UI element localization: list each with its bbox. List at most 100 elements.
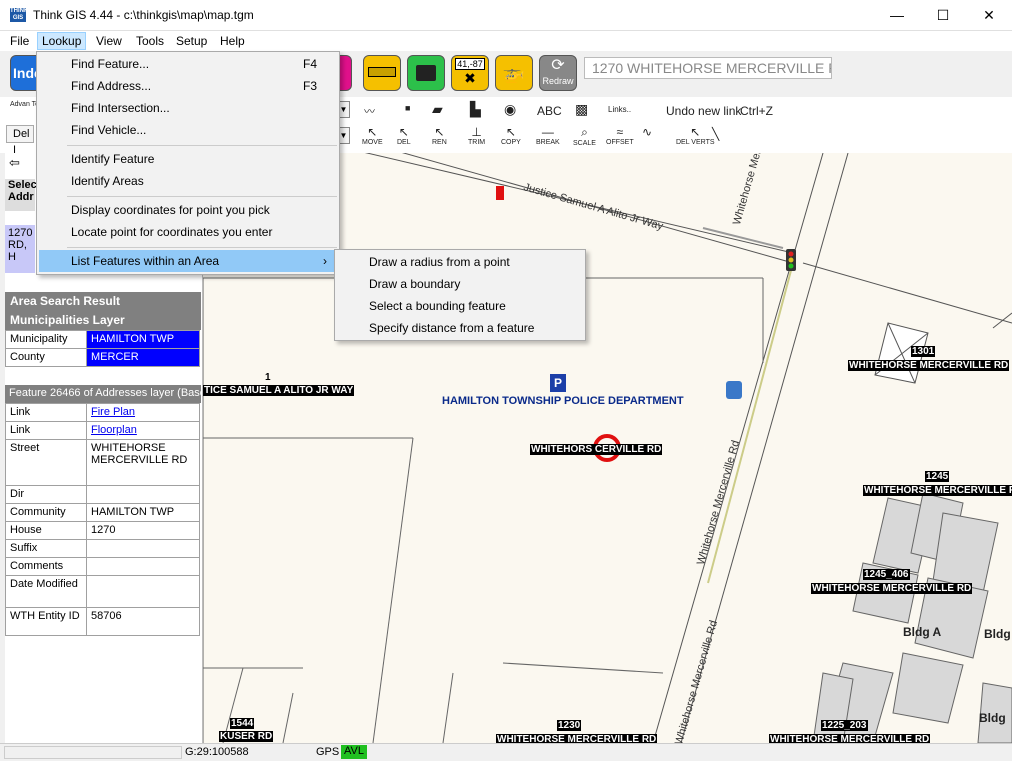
address-label-kuser: KUSER RD	[219, 731, 274, 742]
menu-find-intersection[interactable]: Find Intersection...	[39, 97, 337, 119]
building-tool-icon[interactable]: ▙	[470, 101, 481, 118]
table-value[interactable]: HAMILTON TWP	[86, 330, 200, 349]
break-tool[interactable]: — BREAK	[536, 125, 560, 146]
list-features-submenu: Draw a radius from a point Draw a bounda…	[334, 249, 586, 341]
selected-header-line-1: Selec	[8, 179, 37, 191]
minimize-button[interactable]: —	[874, 0, 920, 31]
text-tool-button[interactable]: ABC	[537, 104, 562, 118]
table-row: Date Modified	[5, 575, 200, 608]
redraw-button[interactable]: ⟳ Redraw	[539, 55, 577, 91]
line-tool[interactable]: ╲	[712, 127, 719, 141]
coordinates-readout: G:29:100588	[185, 746, 249, 758]
polyline-tool-icon[interactable]: 〰	[364, 103, 375, 119]
menu-display-coordinates[interactable]: Display coordinates for point you pick	[39, 199, 337, 221]
address-number-label: 1544	[230, 718, 255, 729]
rename-tool[interactable]: ↖ REN	[432, 125, 447, 146]
helicopter-button[interactable]: 🚁	[495, 55, 533, 91]
table-key: Comments	[5, 557, 87, 576]
measure-button[interactable]	[363, 55, 401, 91]
delete-vertices-tool[interactable]: ↖ DEL VERTS	[676, 125, 715, 146]
back-arrow-icon[interactable]: ⇦	[9, 155, 20, 171]
address-number-label: 1245_406	[863, 569, 910, 580]
submenu-draw-boundary[interactable]: Draw a boundary	[337, 273, 583, 295]
table-row: Street WHITEHORSE MERCERVILLE RD	[5, 439, 200, 486]
refresh-icon: ⟳	[551, 57, 565, 74]
crosshair-icon: ✖	[464, 70, 476, 86]
menu-tools[interactable]: Tools	[132, 32, 168, 50]
fire-plan-link-text[interactable]: Fire Plan	[91, 406, 135, 418]
submenu-draw-radius[interactable]: Draw a radius from a point	[337, 251, 583, 273]
circle-tool-icon[interactable]: ◉	[504, 101, 516, 118]
address-number-label: 1230	[557, 720, 582, 731]
pink-tool-button[interactable]	[338, 55, 352, 91]
menu-identify-areas[interactable]: Identify Areas	[39, 170, 337, 192]
address-label-1245-406: WHITEHORSE MERCERVILLE RD	[811, 583, 973, 594]
menu-item-label: Find Feature...	[71, 57, 150, 71]
menu-item-label: Locate point for coordinates you enter	[71, 225, 273, 239]
break-label: BREAK	[536, 139, 560, 146]
wave-icon: ∿	[642, 125, 653, 139]
fire-plan-link[interactable]: Fire Plan	[86, 403, 200, 422]
copy-tool[interactable]: ↖ COPY	[501, 125, 521, 146]
redraw-label: Redraw	[542, 76, 574, 86]
del-label: DEL	[397, 139, 411, 146]
maximize-button[interactable]: ☐	[920, 0, 966, 31]
ruler-icon	[368, 67, 396, 77]
menu-locate-point[interactable]: Locate point for coordinates you enter	[39, 221, 337, 243]
table-value[interactable]: MERCER	[86, 348, 200, 367]
building-label-south: Bldg	[979, 711, 1006, 725]
trim-tool[interactable]: ⊥ TRIM	[468, 125, 485, 146]
move-tool[interactable]: ↖ MOVE	[362, 125, 383, 146]
table-value: 1270	[86, 521, 200, 540]
printer-icon	[416, 65, 436, 81]
shape-tool-icon[interactable]: ▰	[432, 101, 443, 118]
menu-file[interactable]: File	[6, 32, 33, 50]
menu-lookup[interactable]: Lookup	[37, 32, 87, 50]
trim-label: TRIM	[468, 139, 486, 146]
menu-separator	[67, 247, 337, 248]
menu-bar: File Lookup View Tools Setup Help	[0, 31, 1012, 51]
table-row: County MERCER	[5, 348, 200, 367]
scale-tool[interactable]: ⌕ SCALE	[573, 125, 596, 147]
feature-table: Link Fire Plan Link Floorplan Street WHITEH…	[5, 403, 200, 636]
smooth-tool[interactable]: ∿	[642, 125, 652, 139]
selected-value: 1270 RD, H	[5, 225, 35, 273]
undo-button[interactable]: Undo new link	[666, 104, 741, 118]
coordinates-button[interactable]: 41,-87 ✖	[451, 55, 489, 91]
address-number-label: 1245	[925, 471, 950, 482]
menu-item-label: Find Vehicle...	[71, 123, 147, 137]
menu-identify-feature[interactable]: Identify Feature	[39, 148, 337, 170]
menu-item-label: Display coordinates for point you pick	[71, 203, 270, 217]
menu-separator	[67, 145, 337, 146]
menu-find-address[interactable]: Find Address... F3	[39, 75, 337, 97]
menu-setup[interactable]: Setup	[172, 32, 211, 50]
table-value	[86, 557, 200, 576]
image-tool-icon[interactable]: ▩	[575, 101, 588, 118]
table-key: Link	[5, 421, 87, 440]
submenu-specify-distance[interactable]: Specify distance from a feature	[337, 317, 583, 339]
menu-view[interactable]: View	[92, 32, 126, 50]
menu-find-vehicle[interactable]: Find Vehicle...	[39, 119, 337, 141]
floorplan-link-text[interactable]: Floorplan	[91, 424, 137, 436]
feature-header: Feature 26466 of Addresses layer (Base	[5, 385, 201, 403]
cursor-icon: ↖	[690, 125, 701, 139]
floorplan-link[interactable]: Floorplan	[86, 421, 200, 440]
submenu-select-bounding-feature[interactable]: Select a bounding feature	[337, 295, 583, 317]
menu-find-feature[interactable]: Find Feature... F4	[39, 53, 337, 75]
point-tool-icon[interactable]: ■	[405, 103, 410, 113]
menu-help[interactable]: Help	[216, 32, 249, 50]
offset-tool[interactable]: ≈ OFFSET	[606, 125, 634, 146]
delete-tool[interactable]: ↖ DEL	[397, 125, 411, 146]
table-key: Dir	[5, 485, 87, 504]
magnifier-icon: ⌕	[581, 125, 588, 139]
print-button[interactable]	[407, 55, 445, 91]
cursor-icon: ↖	[398, 125, 409, 139]
close-button[interactable]: ✕	[966, 0, 1012, 31]
menu-list-features-area[interactable]: List Features within an Area ›	[39, 250, 337, 272]
parking-icon[interactable]: P	[550, 374, 566, 392]
selected-address-label: WHITEHORS CERVILLE RD	[530, 444, 663, 455]
address-search-input[interactable]: 1270 WHITEHORSE MERCERVILLE RD	[584, 57, 832, 79]
links-button[interactable]: Links..	[608, 105, 631, 114]
delete-dropdown[interactable]: Del I	[6, 125, 34, 156]
del-verts-label: DEL VERTS	[676, 139, 715, 146]
